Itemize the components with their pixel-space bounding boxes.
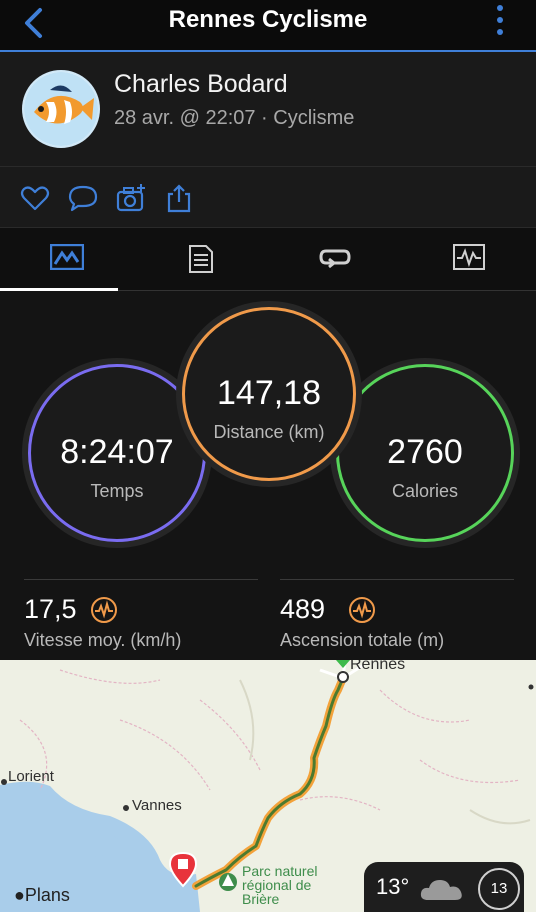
- details-list-icon: [189, 245, 213, 273]
- stats-panel: 8:24:07 Temps 2760 Calories 147,18 Dista…: [0, 291, 536, 660]
- air-quality-index: 13: [478, 868, 520, 910]
- distance-ring: 147,18 Distance (km): [182, 307, 356, 481]
- calories-ring: 2760 Calories: [336, 364, 514, 542]
- distance-value: 147,18: [217, 374, 321, 412]
- speed-metric: 17,5 Vitesse moy. (km/h): [24, 579, 258, 660]
- elevation-label: Ascension totale (m): [280, 630, 445, 650]
- temperature: 13°: [376, 874, 410, 899]
- athlete-name[interactable]: Charles Bodard: [114, 70, 288, 99]
- map-label-rennes: Rennes: [350, 660, 406, 673]
- route-map[interactable]: Rennes Lorient Vannes Parc naturel régio…: [0, 660, 536, 912]
- tab-laps[interactable]: [268, 228, 402, 290]
- distance-label: Distance (km): [213, 422, 325, 442]
- graph-icon: [453, 244, 485, 270]
- action-bar: [0, 167, 536, 228]
- avatar[interactable]: [22, 70, 100, 148]
- activity-tabs: [0, 228, 536, 291]
- time-label: Temps: [90, 481, 144, 501]
- elevation-metric: 489 Ascension totale (m): [280, 579, 514, 660]
- fish-avatar-icon: [24, 72, 98, 146]
- speed-value: 17,5: [24, 594, 77, 624]
- page-title: Rennes Cyclisme: [168, 6, 368, 33]
- time-value: 8:24:07: [60, 433, 174, 471]
- tab-graphs[interactable]: [402, 228, 536, 290]
- top-bar: Rennes Cyclisme: [0, 0, 536, 52]
- weather-widget[interactable]: 13° 13: [364, 862, 524, 912]
- pulse-icon[interactable]: [348, 596, 376, 624]
- calories-value: 2760: [387, 433, 463, 471]
- activity-date-type: 28 avr. @ 22:07 · Cyclisme: [114, 107, 355, 129]
- elevation-value: 489: [280, 594, 326, 624]
- laps-repeat-icon: [319, 249, 351, 269]
- activity-header: Charles Bodard 28 avr. @ 22:07 · Cyclism…: [0, 52, 536, 167]
- maps-attribution: ●Plans: [14, 885, 70, 905]
- camera-add-icon[interactable]: [116, 183, 146, 213]
- calories-label: Calories: [391, 481, 459, 501]
- cloud-icon: [420, 880, 462, 900]
- vertical-dots-icon[interactable]: [494, 4, 506, 36]
- tab-summary[interactable]: [0, 228, 134, 291]
- map-label-lorient: Lorient: [8, 768, 54, 785]
- pulse-icon[interactable]: [90, 596, 118, 624]
- speed-label: Vitesse moy. (km/h): [24, 630, 182, 650]
- map-label-parc: Parc naturel régional de Brière: [242, 863, 318, 907]
- map-label-vannes: Vannes: [132, 797, 182, 814]
- time-ring: 8:24:07 Temps: [28, 364, 206, 542]
- tab-details[interactable]: [134, 228, 268, 290]
- summary-chart-icon: [50, 244, 84, 270]
- heart-icon[interactable]: [20, 183, 50, 213]
- apple-logo-icon: ●: [14, 885, 25, 905]
- share-icon[interactable]: [164, 183, 194, 213]
- comment-icon[interactable]: [68, 183, 98, 213]
